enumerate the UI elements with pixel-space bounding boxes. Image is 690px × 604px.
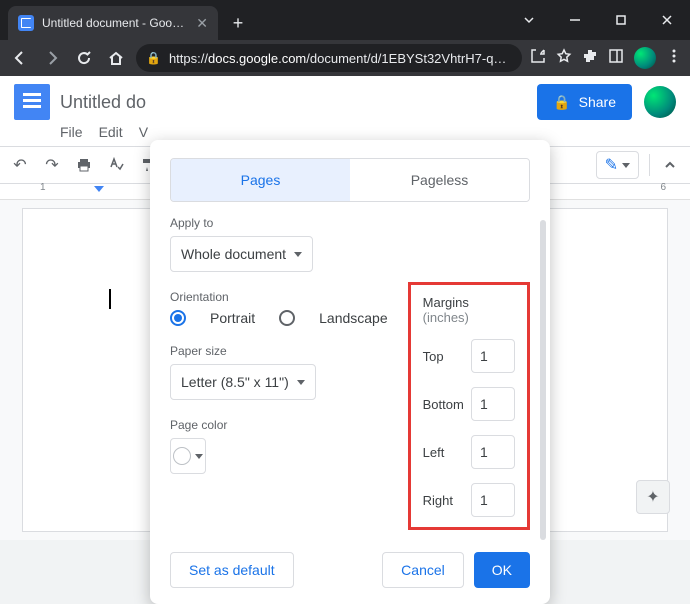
chevron-down-icon[interactable]: [506, 0, 552, 40]
browser-titlebar: Untitled document - Google Do… ✕ +: [0, 0, 690, 40]
lock-icon: 🔒: [553, 94, 570, 111]
lock-icon: 🔒: [146, 51, 161, 65]
orientation-label: Orientation: [170, 290, 388, 304]
color-swatch-white: [173, 447, 191, 465]
page-setup-dialog: Pages Pageless Apply to Whole document O…: [150, 140, 550, 604]
menu-file[interactable]: File: [60, 124, 83, 140]
document-title[interactable]: Untitled do: [60, 92, 146, 113]
dialog-scrollbar[interactable]: [540, 220, 546, 540]
url-text: https://docs.google.com/document/d/1EBYS…: [169, 51, 506, 66]
margins-label: Margins (inches): [423, 295, 515, 325]
paper-size-dropdown[interactable]: Letter (8.5" x 11"): [170, 364, 316, 400]
spellcheck-icon[interactable]: [106, 155, 126, 175]
browser-toolbar: 🔒 https://docs.google.com/document/d/1EB…: [0, 40, 690, 76]
apply-to-label: Apply to: [170, 216, 530, 230]
home-button[interactable]: [104, 46, 128, 70]
print-icon[interactable]: [74, 155, 94, 175]
caret-down-icon: [294, 252, 302, 257]
page-color-picker[interactable]: [170, 438, 206, 474]
extensions-icon[interactable]: [582, 48, 598, 69]
tab-pageless[interactable]: Pageless: [350, 159, 529, 201]
chrome-menu-icon[interactable]: [666, 48, 682, 69]
menu-edit[interactable]: Edit: [99, 124, 123, 140]
margin-top-input[interactable]: [471, 339, 515, 373]
share-button[interactable]: 🔒 Share: [537, 84, 632, 120]
close-tab-icon[interactable]: ✕: [196, 15, 208, 32]
editing-mode-button[interactable]: ✎: [596, 151, 639, 179]
back-button[interactable]: [8, 46, 32, 70]
window-maximize-button[interactable]: [598, 0, 644, 40]
forward-button: [40, 46, 64, 70]
tab-title: Untitled document - Google Do…: [42, 16, 188, 30]
margin-bottom-input[interactable]: [471, 387, 515, 421]
text-cursor: [109, 289, 111, 309]
apply-to-dropdown[interactable]: Whole document: [170, 236, 313, 272]
margin-left-label: Left: [423, 445, 445, 460]
undo-icon[interactable]: ↶: [10, 155, 30, 175]
pencil-icon: ✎: [605, 155, 618, 175]
ok-button[interactable]: OK: [474, 552, 530, 588]
tab-pages[interactable]: Pages: [171, 159, 350, 201]
redo-icon[interactable]: ↷: [42, 155, 62, 175]
margins-highlight-box: Margins (inches) Top Bottom Left Right: [408, 282, 530, 530]
explore-button[interactable]: ✦: [636, 480, 670, 514]
window-close-button[interactable]: [644, 0, 690, 40]
reload-button[interactable]: [72, 46, 96, 70]
account-avatar[interactable]: [644, 86, 676, 118]
window-minimize-button[interactable]: [552, 0, 598, 40]
margin-left-input[interactable]: [471, 435, 515, 469]
set-as-default-button[interactable]: Set as default: [170, 552, 294, 588]
address-bar[interactable]: 🔒 https://docs.google.com/document/d/1EB…: [136, 44, 522, 72]
chevron-up-icon[interactable]: [660, 155, 680, 175]
margin-top-label: Top: [423, 349, 444, 364]
radio-portrait[interactable]: [170, 310, 186, 326]
docs-favicon: [18, 15, 34, 31]
margin-bottom-label: Bottom: [423, 397, 464, 412]
share-url-icon[interactable]: [530, 48, 546, 69]
margin-right-label: Right: [423, 493, 453, 508]
docs-logo[interactable]: [14, 84, 50, 120]
caret-down-icon: [195, 454, 203, 459]
caret-down-icon: [622, 163, 630, 168]
paper-size-label: Paper size: [170, 344, 388, 358]
bookmark-star-icon[interactable]: [556, 48, 572, 69]
margin-right-input[interactable]: [471, 483, 515, 517]
side-panel-icon[interactable]: [608, 48, 624, 69]
profile-avatar[interactable]: [634, 47, 656, 69]
cancel-button[interactable]: Cancel: [382, 552, 464, 588]
page-color-label: Page color: [170, 418, 388, 432]
left-indent-marker[interactable]: [94, 186, 104, 192]
menu-view[interactable]: V: [139, 124, 148, 140]
caret-down-icon: [297, 380, 305, 385]
new-tab-button[interactable]: +: [224, 9, 252, 37]
radio-landscape[interactable]: [279, 310, 295, 326]
browser-tab[interactable]: Untitled document - Google Do… ✕: [8, 6, 218, 40]
